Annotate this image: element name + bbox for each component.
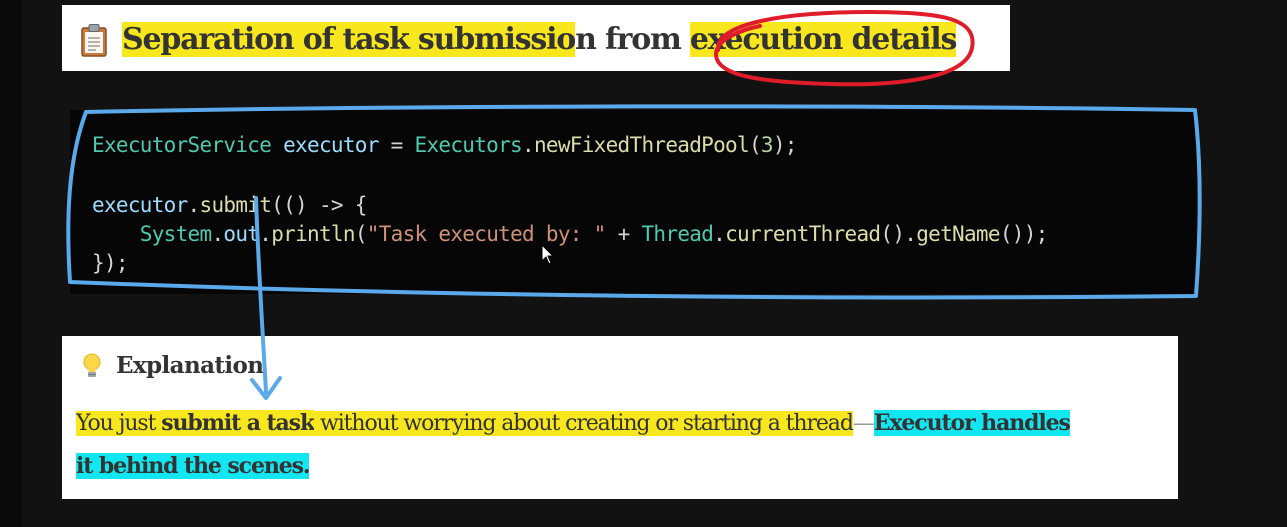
title-plain: n from — [575, 22, 690, 57]
code-token: + — [605, 222, 642, 246]
title-row: Separation of task submission from execu… — [80, 21, 957, 59]
code-token: ( — [748, 133, 762, 157]
code-token: "Task executed by: " — [366, 222, 607, 246]
code-token: executor — [283, 133, 379, 157]
mouse-cursor-icon — [541, 244, 555, 265]
code-token: newFixedThreadPool — [533, 133, 750, 157]
code-token: ); — [772, 133, 798, 157]
code-line-4: }); — [92, 251, 129, 275]
code-token: . — [522, 133, 535, 157]
explanation-emphasis-cyan: Executor handles — [873, 410, 1071, 436]
explanation-emphasis: submit a task — [161, 410, 315, 436]
code-block: ExecutorService executor = Executors.new… — [70, 110, 1198, 294]
code-token: . — [713, 222, 726, 246]
code-token: submit — [199, 193, 272, 217]
code-token: println — [271, 222, 355, 246]
code-line-2: executor.submit(() -> { — [92, 192, 367, 218]
code-token: ExecutorService — [92, 133, 272, 157]
code-token: getName — [916, 222, 1000, 246]
code-token: (() -> { — [271, 193, 367, 217]
code-token: System — [139, 222, 212, 246]
code-line-3: System.out.println("Task executed by: " … — [92, 221, 1049, 247]
code-token: out — [223, 222, 260, 246]
explanation-emphasis-cyan: it behind the scenes. — [76, 453, 311, 479]
title-highlight-1: Separation of task submissio — [122, 22, 576, 57]
explanation-segment: without worrying about creating or start… — [314, 411, 854, 436]
explanation-dash: — — [852, 411, 875, 436]
code-line-1: ExecutorService executor = Executors.new… — [92, 132, 797, 158]
left-edge-strip — [0, 0, 22, 527]
explanation-header: Explanation — [82, 352, 264, 379]
title-card: Separation of task submission from execu… — [62, 5, 1010, 71]
title-highlight-2: execution detai — [689, 22, 931, 57]
clipboard-icon — [80, 23, 108, 57]
code-token: . — [187, 193, 201, 217]
code-token: = — [378, 133, 415, 157]
code-token: . — [211, 222, 224, 246]
explanation-title: Explanation — [116, 352, 264, 379]
lightbulb-icon — [82, 353, 102, 379]
code-token: currentThread — [725, 222, 881, 246]
code-token: Thread — [641, 222, 714, 246]
code-token: ()); — [999, 222, 1048, 246]
code-token: executor — [92, 193, 188, 217]
explanation-card: Explanation You just submit a task witho… — [62, 336, 1178, 499]
code-token: (). — [880, 222, 917, 246]
explanation-segment: You just — [76, 411, 162, 436]
code-token: Executors — [414, 133, 523, 157]
code-token: 3 — [760, 133, 774, 157]
page-title: Separation of task submission from execu… — [122, 21, 957, 59]
title-highlight-3: ls — [930, 22, 957, 57]
explanation-text: You just submit a task without worrying … — [76, 402, 1176, 488]
code-token: . — [259, 222, 272, 246]
code-token: ( — [354, 222, 368, 246]
